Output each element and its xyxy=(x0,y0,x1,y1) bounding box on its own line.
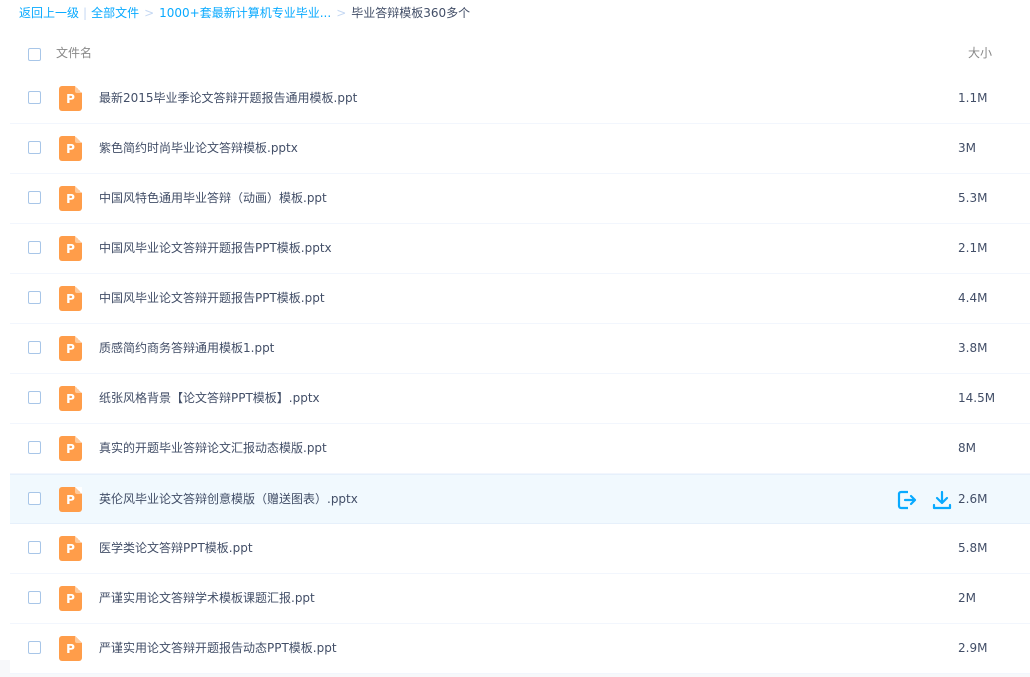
file-icon-letter: P xyxy=(66,642,75,656)
breadcrumb-separator: > xyxy=(336,6,347,20)
file-row[interactable]: P 紫色简约时尚毕业论文答辩模板.pptx 3M xyxy=(10,124,1030,174)
ppt-file-icon: P xyxy=(59,336,82,361)
file-row[interactable]: P 英伦风毕业论文答辩创意模版（赠送图表）.pptx 2.6M xyxy=(10,474,1030,524)
file-size: 14.5M xyxy=(958,391,996,405)
file-checkbox[interactable] xyxy=(28,141,41,154)
file-size: 4.4M xyxy=(958,291,988,305)
file-icon-letter: P xyxy=(66,542,75,556)
file-row[interactable]: P 中国风毕业论文答辩开题报告PPT模板.pptx 2.1M xyxy=(10,224,1030,274)
file-row[interactable]: P 中国风特色通用毕业答辩（动画）模板.ppt 5.3M xyxy=(10,174,1030,224)
breadcrumb: 返回上一级 | 全部文件 >1000+套最新计算机专业毕业... > 毕业答辩模板360多… xyxy=(19,4,470,22)
file-list: P 最新2015毕业季论文答辩开题报告通用模板.ppt 1.1M P 紫色简约时尚毕业论… xyxy=(10,74,1030,674)
file-checkbox[interactable] xyxy=(28,441,41,454)
file-checkbox[interactable] xyxy=(28,341,41,354)
file-row[interactable]: P 最新2015毕业季论文答辩开题报告通用模板.ppt 1.1M xyxy=(10,74,1030,124)
file-icon-letter: P xyxy=(66,342,75,356)
ppt-file-icon: P xyxy=(59,436,82,461)
file-checkbox[interactable] xyxy=(28,191,41,204)
breadcrumb-current: 毕业答辩模板360多个 xyxy=(351,6,471,20)
file-row[interactable]: P 质感简约商务答辩通用模板1.ppt 3.8M xyxy=(10,324,1030,374)
file-size: 1.1M xyxy=(958,91,988,105)
file-row[interactable]: P 严谨实用论文答辩学术模板课题汇报.ppt 2M xyxy=(10,574,1030,624)
breadcrumb-folder-link[interactable]: 1000+套最新计算机专业毕业... xyxy=(159,6,331,20)
file-checkbox[interactable] xyxy=(28,91,41,104)
file-name[interactable]: 中国风毕业论文答辩开题报告PPT模板.pptx xyxy=(99,224,332,273)
file-checkbox[interactable] xyxy=(28,241,41,254)
download-icon[interactable] xyxy=(931,489,953,511)
file-name[interactable]: 质感简约商务答辩通用模板1.ppt xyxy=(99,324,274,373)
breadcrumb-back-link[interactable]: 返回上一级 xyxy=(19,6,79,20)
save-to-drive-icon[interactable] xyxy=(896,489,918,511)
ppt-file-icon: P xyxy=(59,236,82,261)
file-icon-letter: P xyxy=(66,493,75,507)
file-name[interactable]: 英伦风毕业论文答辩创意模版（赠送图表）.pptx xyxy=(99,475,358,524)
file-size: 5.3M xyxy=(958,191,988,205)
ppt-file-icon: P xyxy=(59,186,82,211)
ppt-file-icon: P xyxy=(59,136,82,161)
ppt-file-icon: P xyxy=(59,86,82,111)
file-size: 2.1M xyxy=(958,241,988,255)
ppt-file-icon: P xyxy=(59,536,82,561)
select-all-checkbox[interactable] xyxy=(28,48,41,61)
file-name[interactable]: 严谨实用论文答辩学术模板课题汇报.ppt xyxy=(99,574,315,623)
file-checkbox[interactable] xyxy=(28,641,41,654)
file-icon-letter: P xyxy=(66,242,75,256)
breadcrumb-separator: > xyxy=(144,6,155,20)
ppt-file-icon: P xyxy=(59,636,82,661)
name-column-header[interactable]: 文件名 xyxy=(56,44,92,61)
ppt-file-icon: P xyxy=(59,286,82,311)
file-checkbox[interactable] xyxy=(28,541,41,554)
breadcrumb-divider: | xyxy=(83,6,88,20)
file-size: 3.8M xyxy=(958,341,988,355)
file-name[interactable]: 中国风毕业论文答辩开题报告PPT模板.ppt xyxy=(99,274,325,323)
file-icon-letter: P xyxy=(66,292,75,306)
file-icon-letter: P xyxy=(66,442,75,456)
file-icon-letter: P xyxy=(66,192,75,206)
size-column-header[interactable]: 大小 xyxy=(968,44,992,61)
file-row[interactable]: P 严谨实用论文答辩开题报告动态PPT模板.ppt 2.9M xyxy=(10,624,1030,674)
file-list-panel: 返回上一级 | 全部文件 >1000+套最新计算机专业毕业... > 毕业答辩模板360多… xyxy=(0,0,1030,674)
file-name[interactable]: 紫色简约时尚毕业论文答辩模板.pptx xyxy=(99,124,298,173)
ppt-file-icon: P xyxy=(59,386,82,411)
file-icon-letter: P xyxy=(66,142,75,156)
list-header: 文件名 大小 xyxy=(10,34,1030,75)
file-size: 8M xyxy=(958,441,976,455)
file-icon-letter: P xyxy=(66,392,75,406)
file-size: 2.9M xyxy=(958,641,988,655)
file-name[interactable]: 最新2015毕业季论文答辩开题报告通用模板.ppt xyxy=(99,74,357,123)
file-icon-letter: P xyxy=(66,592,75,606)
ppt-file-icon: P xyxy=(59,586,82,611)
file-name[interactable]: 纸张风格背景【论文答辩PPT模板】.pptx xyxy=(99,374,320,423)
file-row[interactable]: P 中国风毕业论文答辩开题报告PPT模板.ppt 4.4M xyxy=(10,274,1030,324)
file-name[interactable]: 真实的开题毕业答辩论文汇报动态模版.ppt xyxy=(99,424,327,473)
file-checkbox[interactable] xyxy=(28,492,41,505)
file-size: 2M xyxy=(958,591,976,605)
file-checkbox[interactable] xyxy=(28,591,41,604)
file-size: 2.6M xyxy=(958,492,988,506)
file-size: 5.8M xyxy=(958,541,988,555)
file-row[interactable]: P 真实的开题毕业答辩论文汇报动态模版.ppt 8M xyxy=(10,424,1030,474)
file-size: 3M xyxy=(958,141,976,155)
file-name[interactable]: 中国风特色通用毕业答辩（动画）模板.ppt xyxy=(99,174,327,223)
file-icon-letter: P xyxy=(66,92,75,106)
file-name[interactable]: 医学类论文答辩PPT模板.ppt xyxy=(99,524,253,573)
ppt-file-icon: P xyxy=(59,487,82,512)
file-row[interactable]: P 医学类论文答辩PPT模板.ppt 5.8M xyxy=(10,524,1030,574)
file-checkbox[interactable] xyxy=(28,291,41,304)
breadcrumb-all-files-link[interactable]: 全部文件 xyxy=(91,6,139,20)
file-row[interactable]: P 纸张风格背景【论文答辩PPT模板】.pptx 14.5M xyxy=(10,374,1030,424)
file-checkbox[interactable] xyxy=(28,391,41,404)
file-name[interactable]: 严谨实用论文答辩开题报告动态PPT模板.ppt xyxy=(99,624,337,673)
